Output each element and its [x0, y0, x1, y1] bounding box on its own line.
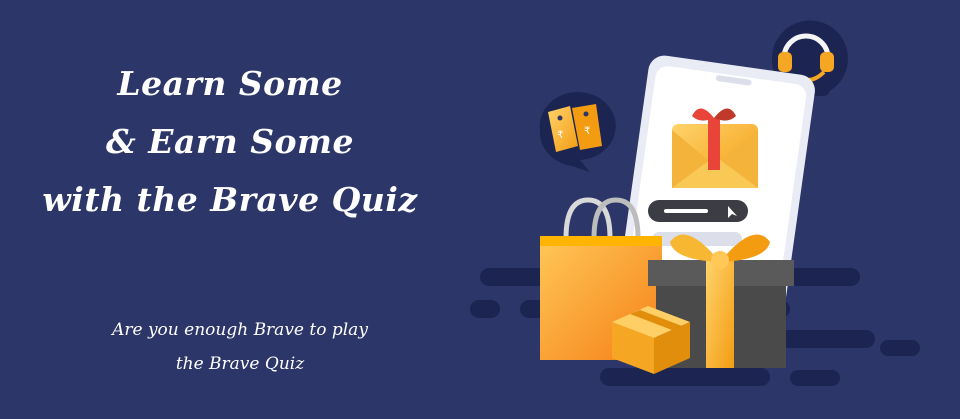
svg-text:₹: ₹: [584, 126, 590, 137]
headline-line-1: Learn Some: [117, 64, 343, 103]
tagline: Are you enough Brave to play the Brave Q…: [40, 313, 440, 381]
svg-text:₹: ₹: [557, 130, 563, 141]
price-tags-icon: ₹ ₹: [539, 92, 616, 172]
headline-line-2: & Earn Some: [106, 122, 354, 161]
headline-line-3: with the Brave Quiz: [42, 180, 418, 219]
headline: Learn Some & Earn Some with the Brave Qu…: [20, 55, 440, 229]
tagline-line-1: Are you enough Brave to play: [112, 320, 368, 340]
tagline-line-2: the Brave Quiz: [175, 354, 305, 374]
quiz-promo-banner: Learn Some & Earn Some with the Brave Qu…: [0, 0, 960, 419]
illustration: ₹ ₹: [470, 20, 920, 386]
